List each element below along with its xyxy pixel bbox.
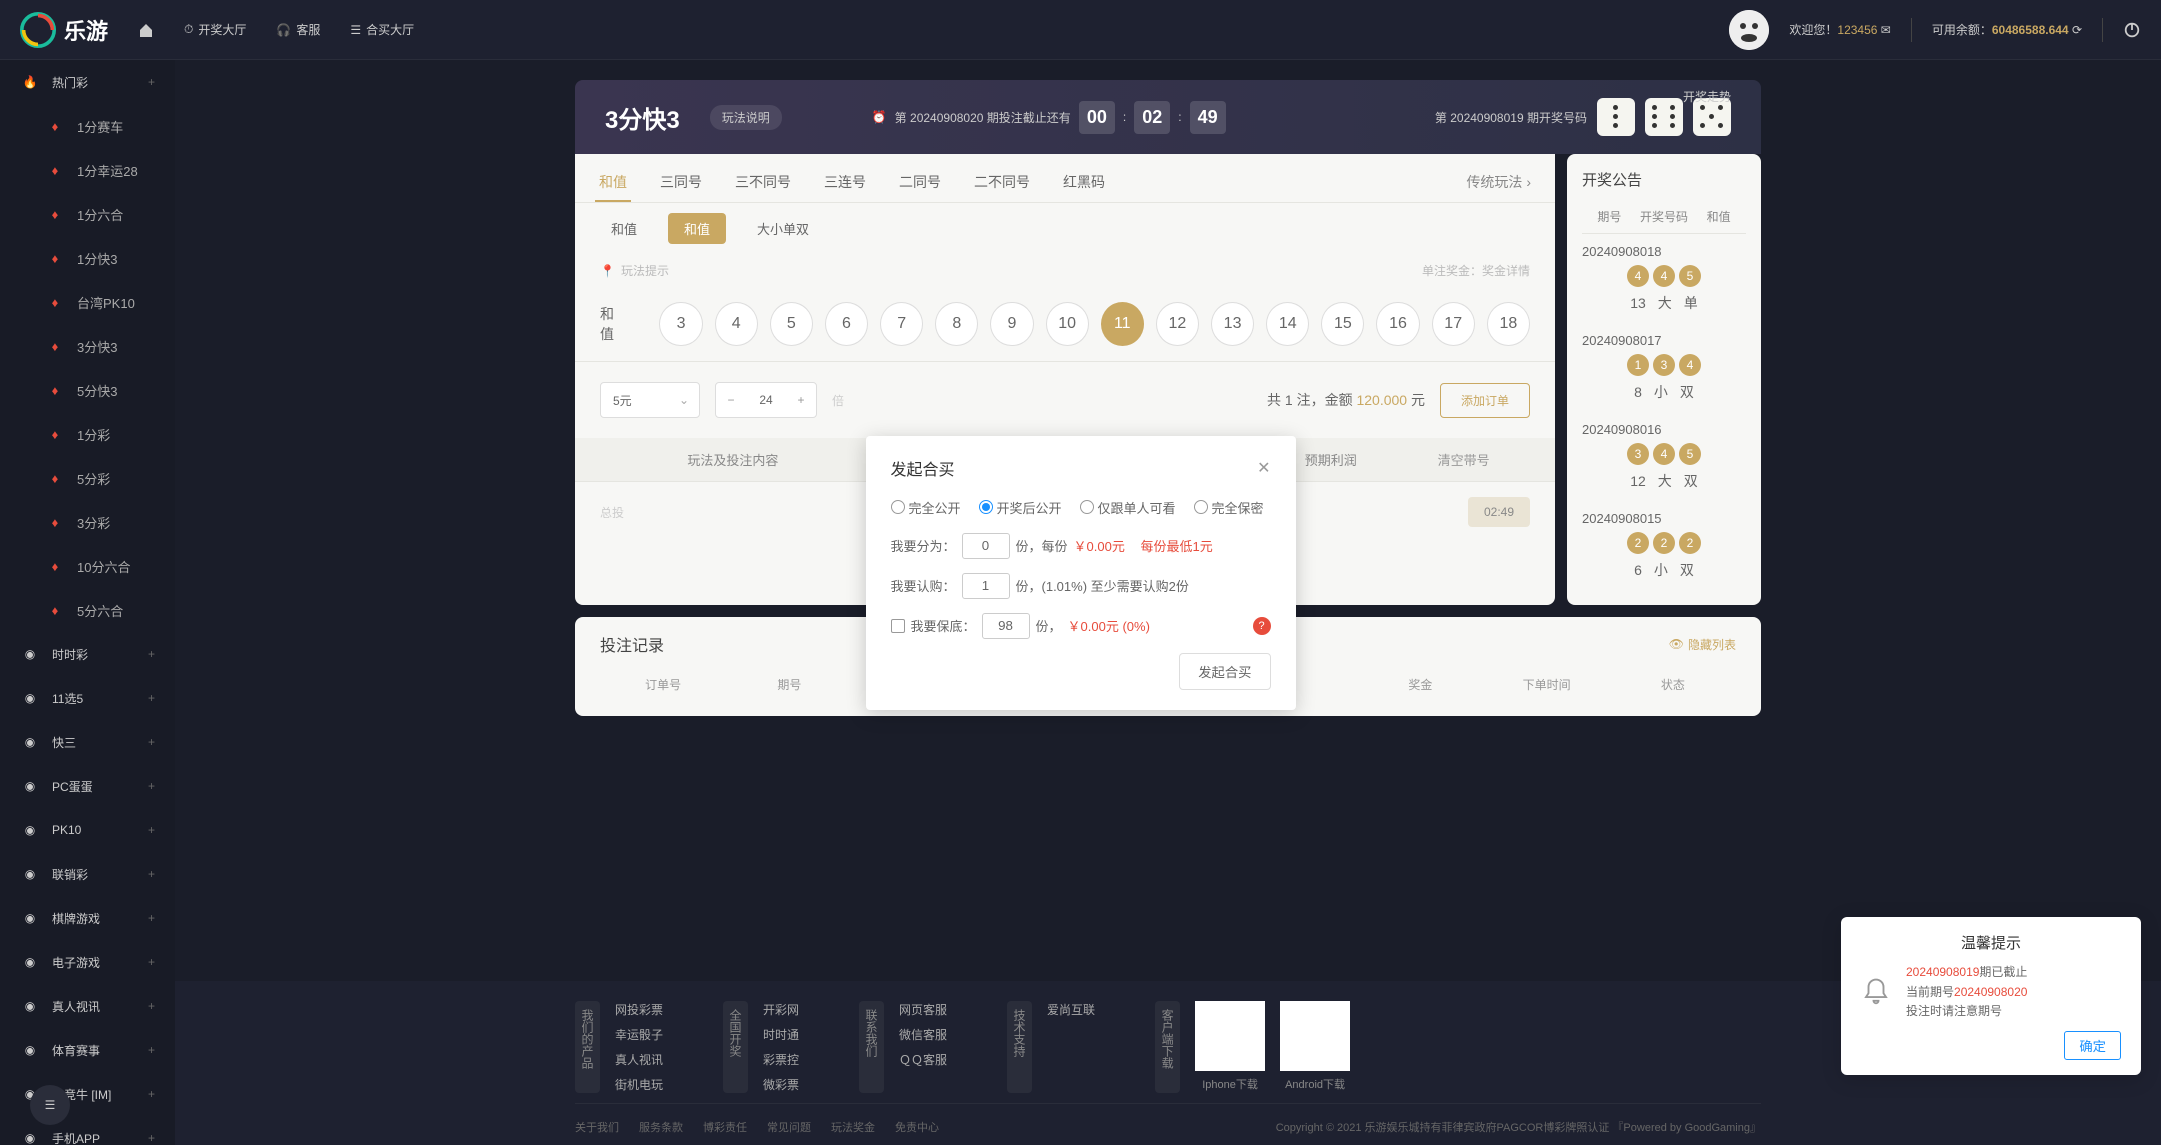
radio-option[interactable]: 完全公开 (891, 498, 961, 517)
radio-option[interactable]: 完全保密 (1194, 498, 1264, 517)
split-input[interactable] (962, 533, 1010, 559)
radio-option[interactable]: 开奖后公开 (979, 498, 1062, 517)
modal-overlay: 发起合买 ✕ 完全公开开奖后公开仅跟单人可看完全保密 我要分为： 份，每份 ￥0… (0, 0, 2161, 1145)
help-icon[interactable]: ? (1253, 617, 1271, 635)
radio-option[interactable]: 仅跟单人可看 (1080, 498, 1176, 517)
guarantee-checkbox[interactable] (891, 619, 905, 633)
launch-button[interactable]: 发起合买 (1179, 653, 1270, 690)
group-buy-modal: 发起合买 ✕ 完全公开开奖后公开仅跟单人可看完全保密 我要分为： 份，每份 ￥0… (866, 436, 1296, 710)
guarantee-input[interactable] (982, 613, 1030, 639)
subscribe-input[interactable] (962, 573, 1010, 599)
close-icon[interactable]: ✕ (1257, 458, 1270, 478)
